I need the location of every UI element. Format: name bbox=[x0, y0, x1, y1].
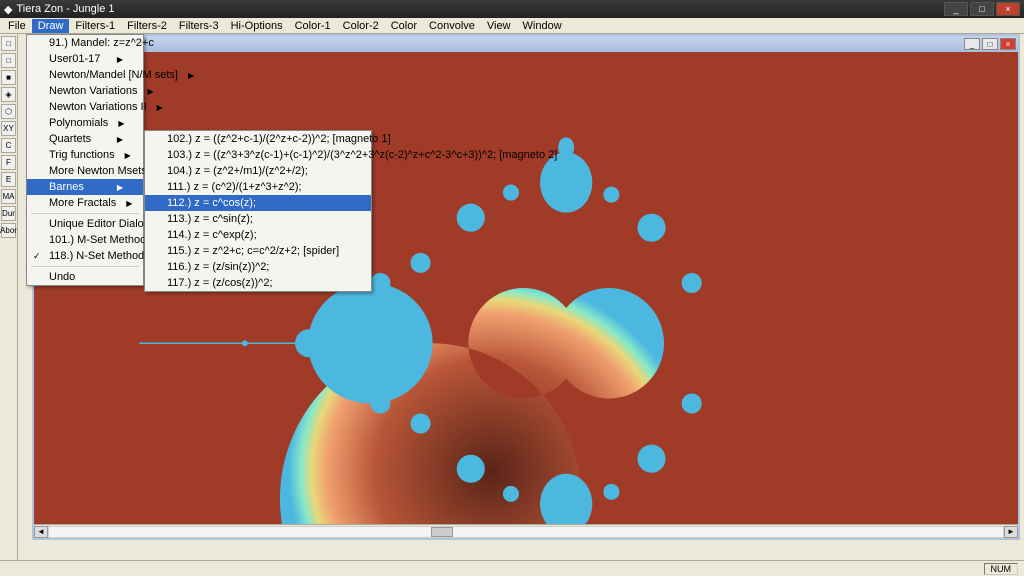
menu-item[interactable]: Newton/Mandel [N/M sets]▶ bbox=[27, 67, 143, 83]
app-icon: ◆ bbox=[4, 3, 12, 16]
menu-file[interactable]: File bbox=[2, 19, 32, 33]
menu-item[interactable]: Undo bbox=[27, 269, 143, 285]
scroll-thumb[interactable] bbox=[431, 527, 453, 537]
menu-item[interactable]: 102.) z = ((z^2+c-1)/(2^z+c-2))^2; [magn… bbox=[145, 131, 371, 147]
menu-view[interactable]: View bbox=[481, 19, 517, 33]
scroll-track[interactable] bbox=[48, 526, 1004, 538]
menu-item[interactable]: ✓118.) N-Set Method bbox=[27, 248, 143, 264]
menu-item[interactable]: 112.) z = c^cos(z); bbox=[145, 195, 371, 211]
menu-item[interactable]: Barnes▶ bbox=[27, 179, 143, 195]
draw-menu-dropdown: 91.) Mandel: z=z^2+cUser01-17▶Newton/Man… bbox=[26, 34, 144, 286]
scroll-right-button[interactable]: ► bbox=[1004, 526, 1018, 538]
menu-item[interactable]: 113.) z = c^sin(z); bbox=[145, 211, 371, 227]
menu-draw[interactable]: Draw bbox=[32, 19, 70, 33]
titlebar: ◆ Tiera Zon - Jungle 1 _ □ × bbox=[0, 0, 1024, 18]
menu-item[interactable]: 117.) z = (z/cos(z))^2; bbox=[145, 275, 371, 291]
menu-filters-3[interactable]: Filters-3 bbox=[173, 19, 225, 33]
mdi-close-button[interactable]: × bbox=[1000, 38, 1016, 50]
maximize-button[interactable]: □ bbox=[970, 2, 994, 16]
tool-button[interactable]: □ bbox=[1, 36, 16, 51]
tool-button[interactable]: □ bbox=[1, 53, 16, 68]
menu-hi-options[interactable]: Hi-Options bbox=[225, 19, 289, 33]
menu-item[interactable]: Newton Variations II▶ bbox=[27, 99, 143, 115]
menu-filters-2[interactable]: Filters-2 bbox=[121, 19, 173, 33]
menu-convolve[interactable]: Convolve bbox=[423, 19, 481, 33]
tool-button[interactable]: MA bbox=[1, 189, 16, 204]
tool-button[interactable]: ◈ bbox=[1, 87, 16, 102]
horizontal-scrollbar[interactable]: ◄ ► bbox=[34, 524, 1018, 538]
minimize-button[interactable]: _ bbox=[944, 2, 968, 16]
tool-button[interactable]: C bbox=[1, 138, 16, 153]
menu-item[interactable]: Unique Editor Dialog bbox=[27, 216, 143, 232]
window-controls: _ □ × bbox=[944, 2, 1020, 16]
menubar: FileDrawFilters-1Filters-2Filters-3Hi-Op… bbox=[0, 18, 1024, 34]
tool-button[interactable]: E bbox=[1, 172, 16, 187]
tool-button[interactable]: ■ bbox=[1, 70, 16, 85]
tool-button[interactable]: Abor bbox=[1, 223, 16, 238]
mdi-maximize-button[interactable]: □ bbox=[982, 38, 998, 50]
tool-button[interactable]: ⬡ bbox=[1, 104, 16, 119]
menu-item[interactable]: User01-17▶ bbox=[27, 51, 143, 67]
tool-button[interactable]: Dur bbox=[1, 206, 16, 221]
menu-color[interactable]: Color bbox=[385, 19, 423, 33]
tool-button[interactable]: F bbox=[1, 155, 16, 170]
menu-item[interactable]: Newton Variations▶ bbox=[27, 83, 143, 99]
statusbar: NUM bbox=[0, 560, 1024, 576]
menu-color-1[interactable]: Color-1 bbox=[289, 19, 337, 33]
menu-window[interactable]: Window bbox=[517, 19, 568, 33]
menu-item[interactable]: More Fractals▶ bbox=[27, 195, 143, 211]
scroll-left-button[interactable]: ◄ bbox=[34, 526, 48, 538]
menu-item[interactable]: 101.) M-Set Method bbox=[27, 232, 143, 248]
menu-color-2[interactable]: Color-2 bbox=[337, 19, 385, 33]
menu-item[interactable]: 91.) Mandel: z=z^2+c bbox=[27, 35, 143, 51]
barnes-submenu-dropdown: 102.) z = ((z^2+c-1)/(2^z+c-2))^2; [magn… bbox=[144, 130, 372, 292]
menu-item[interactable]: 114.) z = c^exp(z); bbox=[145, 227, 371, 243]
status-num: NUM bbox=[984, 563, 1019, 575]
mdi-area: _ □ × bbox=[18, 34, 1024, 560]
menu-item[interactable]: More Newton Msets▶ bbox=[27, 163, 143, 179]
menu-item[interactable]: Polynomials▶ bbox=[27, 115, 143, 131]
menu-item[interactable]: 104.) z = (z^2+/m1)/(z^2+/2); bbox=[145, 163, 371, 179]
menu-item[interactable]: Quartets▶ bbox=[27, 131, 143, 147]
window-title: Tiera Zon - Jungle 1 bbox=[16, 3, 114, 15]
content-area: □ □ ■ ◈ ⬡ XY CFE MA Dur Abor _ □ × bbox=[0, 34, 1024, 560]
menu-item[interactable]: 103.) z = ((z^3+3^z(c-1)+(c-1)^2)/(3^z^2… bbox=[145, 147, 371, 163]
mdi-titlebar: _ □ × bbox=[34, 36, 1018, 52]
mdi-minimize-button[interactable]: _ bbox=[964, 38, 980, 50]
close-button[interactable]: × bbox=[996, 2, 1020, 16]
menu-item[interactable]: Trig functions▶ bbox=[27, 147, 143, 163]
menu-item[interactable]: 116.) z = (z/sin(z))^2; bbox=[145, 259, 371, 275]
menu-item[interactable]: 115.) z = z^2+c; c=c^2/z+2; [spider] bbox=[145, 243, 371, 259]
tool-button[interactable]: XY bbox=[1, 121, 16, 136]
menu-item[interactable]: 111.) z = (c^2)/(1+z^3+z^2); bbox=[145, 179, 371, 195]
vertical-toolbar: □ □ ■ ◈ ⬡ XY CFE MA Dur Abor bbox=[0, 34, 18, 560]
menu-filters-1[interactable]: Filters-1 bbox=[69, 19, 121, 33]
